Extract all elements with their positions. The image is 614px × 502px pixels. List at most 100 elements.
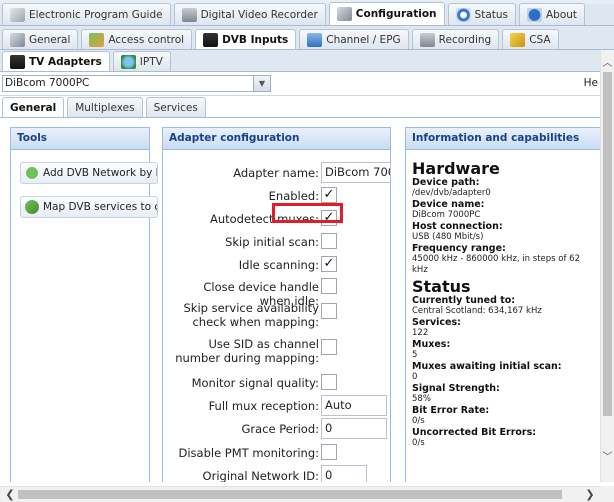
tab-about[interactable]: About — [519, 3, 586, 25]
horizontal-scrollbar[interactable]: ❮ ❯ — [0, 486, 600, 502]
tab-label: Channel / EPG — [326, 33, 401, 46]
tab-tv-adapters[interactable]: TV Adapters — [2, 51, 110, 71]
info-value: 45000 kHz - 860000 kHz, in steps of 62 k… — [412, 254, 580, 275]
tool-button-label: Add DVB Network by loca — [43, 167, 157, 179]
status-list: Currently tuned to: Central Scotland: 634… — [412, 295, 596, 449]
info-icon — [527, 7, 542, 22]
scroll-left-icon[interactable]: ❮ — [2, 487, 18, 502]
info-key: Muxes: — [412, 339, 451, 350]
adapter-select-value: DiBcom 7000PC — [5, 77, 90, 89]
adapter-config-title: Adapter configuration — [163, 128, 390, 150]
add-dvb-network-button[interactable]: Add DVB Network by loca — [20, 162, 158, 184]
tab-label: Digital Video Recorder — [200, 8, 318, 21]
tools-panel: Tools Add DVB Network by loca Map DVB ser… — [10, 127, 158, 482]
scroll-up-icon[interactable]: ︿ — [601, 54, 614, 69]
info-key: Services: — [412, 317, 461, 328]
map-icon — [25, 200, 39, 214]
info-key: Device path: — [412, 177, 480, 188]
config-tab-bar: General Access control DVB Inputs Channel /… — [0, 26, 614, 50]
info-body: Hardware Device path:/dev/dvb/adapter0 De… — [406, 150, 600, 449]
map-dvb-services-button[interactable]: Map DVB services to cha — [20, 196, 158, 218]
recorder-icon — [419, 32, 435, 47]
info-key: Muxes awaiting initial scan: — [412, 361, 562, 372]
monitor-signal-quality-checkbox[interactable] — [321, 374, 337, 390]
adapter-toolbar: DiBcom 7000PC ▼ He — [0, 72, 600, 96]
tab-label: General — [29, 33, 71, 46]
tool-button-label: Map DVB services to cha — [43, 201, 157, 213]
tab-configuration[interactable]: Configuration — [328, 2, 445, 25]
tab-label: About — [546, 8, 578, 21]
wrench-icon — [10, 32, 25, 47]
adapter-name-input[interactable]: DiBcom 7000 — [321, 162, 391, 183]
status-icon — [455, 7, 471, 22]
field-row-disable-pmt-monitoring: Disable PMT monitoring: — [163, 442, 392, 464]
enabled-checkbox[interactable]: ✓ — [321, 187, 337, 203]
scroll-right-icon[interactable]: ❯ — [582, 487, 598, 502]
tab-recording[interactable]: Recording — [411, 29, 500, 49]
tab-general[interactable]: General — [2, 97, 65, 117]
vertical-scroll-thumb[interactable] — [603, 72, 612, 416]
vertical-scrollbar[interactable]: ︿ ﹀ — [600, 50, 614, 482]
full-mux-reception-input[interactable]: Auto — [321, 395, 387, 416]
tab-label: DVB Inputs — [222, 33, 289, 46]
tab-iptv[interactable]: IPTV — [112, 51, 171, 71]
info-value: 122 — [412, 328, 429, 338]
info-value: USB (480 Mbit/s) — [412, 232, 484, 242]
field-row-monitor-signal-quality: Monitor signal quality: — [163, 372, 392, 394]
tab-label: IPTV — [139, 55, 163, 68]
tab-dvb-inputs[interactable]: DVB Inputs — [195, 29, 297, 49]
info-key: Frequency range: — [412, 243, 506, 254]
help-link[interactable]: He — [584, 77, 598, 89]
skip-service-availability-check-when-mapping-checkbox[interactable] — [321, 303, 337, 319]
tab-label: Services — [153, 101, 198, 114]
info-value: 5 — [412, 350, 418, 360]
dvr-icon — [181, 7, 197, 22]
tab-access-control[interactable]: Access control — [81, 29, 193, 49]
hardware-list: Device path:/dev/dvb/adapter0 Device name… — [412, 177, 596, 276]
close-device-handle-when-idle-checkbox[interactable] — [321, 278, 337, 294]
tab-electronic-program-guide[interactable]: Electronic Program Guide — [2, 3, 171, 25]
info-key: Bit Error Rate: — [412, 405, 490, 416]
original-network-id-input[interactable]: 0 — [321, 465, 367, 482]
field-label: Full mux reception: — [208, 399, 319, 413]
tab-multiplexes[interactable]: Multiplexes — [67, 97, 143, 117]
disable-pmt-monitoring-checkbox[interactable] — [321, 444, 337, 460]
scrollbar-corner — [600, 486, 614, 502]
tab-services[interactable]: Services — [145, 97, 206, 117]
grace-period-input[interactable]: 0 — [321, 418, 387, 439]
field-row-grace-period: Grace Period: 0 — [163, 418, 392, 440]
scroll-down-icon[interactable]: ﹀ — [601, 448, 614, 463]
info-key: Currently tuned to: — [412, 295, 516, 306]
globe-icon — [120, 54, 136, 69]
info-key: Signal Strength: — [412, 383, 500, 394]
info-title: Information and capabilities — [406, 128, 600, 150]
info-value: Central Scotland: 634,167 kHz — [412, 306, 542, 316]
tab-digital-video-recorder[interactable]: Digital Video Recorder — [173, 3, 326, 25]
tab-label: Configuration — [355, 8, 437, 20]
idle-scanning-checkbox[interactable]: ✓ — [321, 256, 337, 272]
field-row-close-device-handle-when-idle: Close device handle when idle: — [163, 276, 392, 308]
channel-icon — [307, 32, 323, 47]
tv-icon — [10, 54, 25, 69]
chevron-down-icon[interactable]: ▼ — [253, 76, 270, 91]
info-key: Device name: — [412, 199, 485, 210]
tab-channel-epg[interactable]: Channel / EPG — [299, 29, 409, 49]
adapter-select[interactable]: DiBcom 7000PC ▼ — [2, 75, 271, 92]
info-value: 0/s — [412, 438, 425, 448]
info-key: Host connection: — [412, 221, 503, 232]
use-sid-as-channel-number-during-mapping-checkbox[interactable] — [321, 339, 337, 355]
field-label: Monitor signal quality: — [191, 376, 319, 390]
skip-initial-scan-checkbox[interactable] — [321, 233, 337, 249]
field-label: Enabled: — [268, 189, 319, 203]
tab-status[interactable]: Status — [447, 3, 516, 25]
tab-general[interactable]: General — [2, 29, 79, 49]
field-label: Adapter name: — [233, 166, 319, 180]
info-value: DiBcom 7000PC — [412, 210, 481, 220]
tv-icon — [203, 32, 219, 47]
tab-csa[interactable]: CSA — [502, 29, 559, 49]
info-value: 0/s — [412, 416, 425, 426]
add-icon — [25, 166, 39, 180]
tab-label: CSA — [529, 33, 551, 46]
horizontal-scroll-thumb[interactable] — [18, 490, 562, 499]
users-icon — [89, 32, 105, 47]
